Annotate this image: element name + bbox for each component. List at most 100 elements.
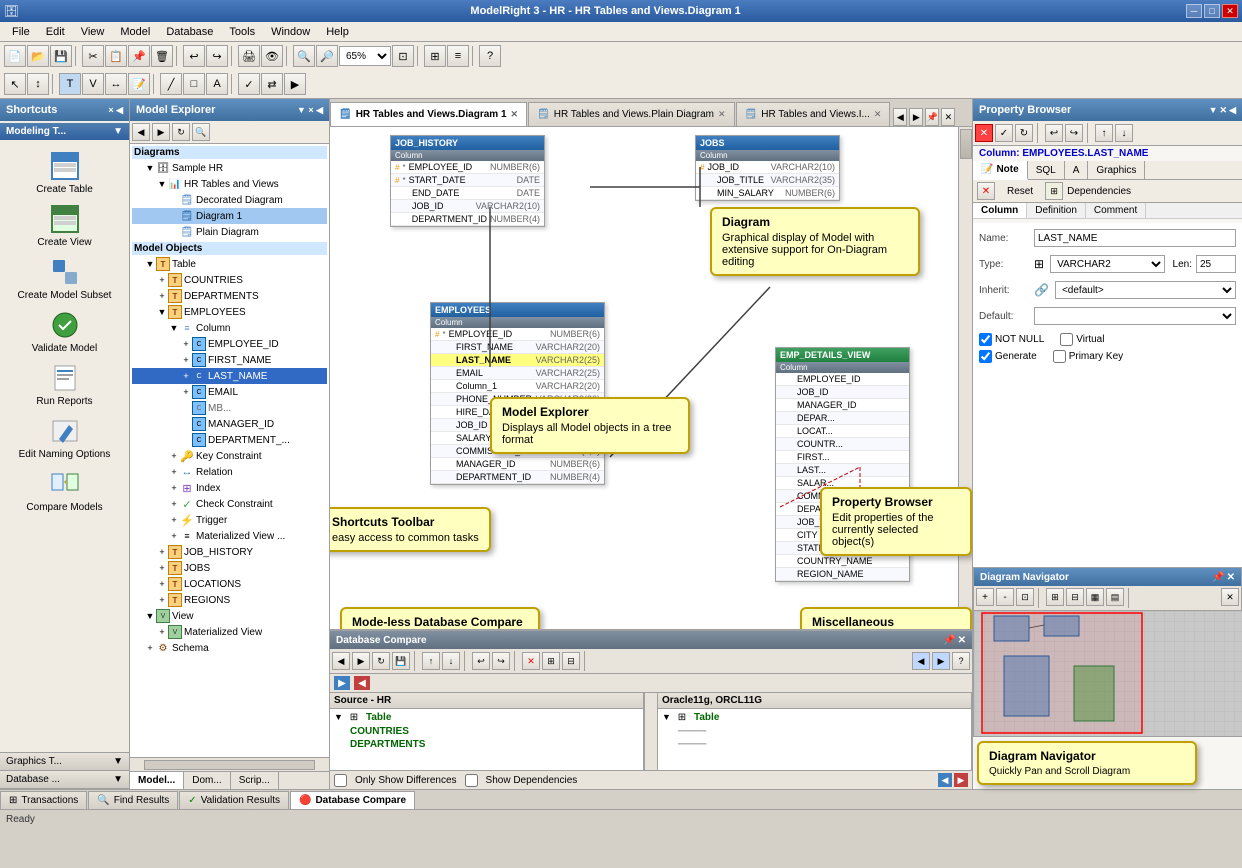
modeling-group-header[interactable]: Modeling T... ▼ — [0, 123, 129, 140]
dn-pin[interactable]: 📌 — [1212, 572, 1224, 583]
only-show-diff-checkbox[interactable] — [334, 774, 347, 787]
tree-relation[interactable]: + ↔ Relation — [132, 464, 327, 480]
pb-tab-graphics[interactable]: Graphics — [1088, 161, 1145, 179]
shortcut-compare-models[interactable]: Compare Models — [2, 464, 127, 517]
dn-zoom-out[interactable]: - — [996, 588, 1014, 606]
select-button[interactable]: ↖ — [4, 73, 26, 95]
expand-countries[interactable]: + — [156, 274, 168, 286]
dbc-footer-left[interactable]: ◀ — [938, 773, 952, 787]
menu-database[interactable]: Database — [158, 24, 221, 40]
dbc-table-expand[interactable]: ▼ — [334, 712, 344, 722]
expand-email[interactable]: + — [180, 386, 192, 398]
dbc-source-table-row[interactable]: ▼ ⊞ Table — [330, 709, 643, 725]
zoom-in-button[interactable]: 🔍 — [293, 45, 315, 67]
tree-view-section[interactable]: ▼ V View — [132, 608, 327, 624]
diagram-tab-pin[interactable]: 📌 — [925, 108, 939, 126]
pb-tab-a[interactable]: A — [1065, 161, 1089, 179]
paste-button[interactable]: 📌 — [128, 45, 150, 67]
dn-fit[interactable]: ⊡ — [1016, 588, 1034, 606]
me-refresh-button[interactable]: ↻ — [172, 123, 190, 141]
tree-schema[interactable]: + ⚙ Schema — [132, 640, 327, 656]
diagram-tab-2-close[interactable]: ✕ — [874, 109, 882, 120]
pb-reset-label[interactable]: Reset — [999, 183, 1041, 200]
dn-zoom-in[interactable]: + — [976, 588, 994, 606]
help-button[interactable]: ? — [479, 45, 501, 67]
dbc-redo[interactable]: ↪ — [492, 652, 510, 670]
expand-diagram1[interactable] — [168, 210, 180, 222]
diagram-vscroll-thumb[interactable] — [960, 129, 972, 159]
expand-decorated-diagram[interactable] — [168, 194, 180, 206]
expand-hr-tables-views[interactable]: ▼ — [156, 178, 168, 190]
bottom-tab-transactions[interactable]: ⊞ Transactions — [0, 791, 87, 809]
dbc-source-departments-row[interactable]: DEPARTMENTS — [330, 738, 643, 751]
cut-button[interactable]: ✂ — [82, 45, 104, 67]
tree-last-name[interactable]: + C LAST_NAME — [132, 368, 327, 384]
expand-employee-id[interactable]: + — [180, 338, 192, 350]
expand-sample-hr[interactable]: ▼ — [144, 162, 156, 174]
shortcut-create-model-subset[interactable]: Create Model Subset — [2, 252, 127, 305]
tree-sample-hr[interactable]: ▼ 🗄 Sample HR — [132, 160, 327, 176]
dbc-nav-left[interactable]: ◀ — [912, 652, 930, 670]
dbc-footer-right[interactable]: ▶ — [954, 773, 968, 787]
tree-column-section[interactable]: ▼ ≡ Column — [132, 320, 327, 336]
dbc-back[interactable]: ◀ — [332, 652, 350, 670]
shortcut-create-view[interactable]: Create View — [2, 199, 127, 252]
pb-tab-sql[interactable]: SQL — [1028, 161, 1065, 179]
dbc-source-countries-row[interactable]: COUNTRIES — [330, 725, 643, 738]
bottom-tab-validation-results[interactable]: ✓ Validation Results — [179, 791, 289, 809]
menu-help[interactable]: Help — [318, 24, 357, 40]
expand-table-section[interactable]: ▼ — [144, 258, 156, 270]
dn-grid2[interactable]: ⊟ — [1066, 588, 1084, 606]
tree-index[interactable]: + ⊞ Index — [132, 480, 327, 496]
line-tool[interactable]: ╱ — [160, 73, 182, 95]
dbc-vscrollbar[interactable] — [644, 693, 658, 770]
maximize-button[interactable]: □ — [1204, 4, 1220, 18]
tree-key-constraint[interactable]: + 🔑 Key Constraint — [132, 448, 327, 464]
pb-down[interactable]: ↓ — [1115, 124, 1133, 142]
pb-primary-key-checkbox[interactable] — [1053, 350, 1066, 363]
pb-refresh[interactable]: ↻ — [1015, 124, 1033, 142]
pb-type-select[interactable]: VARCHAR2 NUMBER DATE CHAR — [1050, 255, 1164, 273]
pb-virtual-checkbox[interactable] — [1060, 333, 1073, 346]
tree-countries[interactable]: + T COUNTRIES — [132, 272, 327, 288]
jobs-table[interactable]: JOBS Column # JOB_ID VARCHAR2(10) JOB_TI… — [695, 135, 840, 201]
pb-len-input[interactable] — [1196, 255, 1236, 273]
tree-employees[interactable]: ▼ T EMPLOYEES — [132, 304, 327, 320]
tree-regions[interactable]: + T REGIONS — [132, 592, 327, 608]
zoom-combo[interactable]: 65% 100% 75% — [339, 46, 391, 66]
tree-decorated-diagram[interactable]: 🗒 Decorated Diagram — [132, 192, 327, 208]
box-tool[interactable]: □ — [183, 73, 205, 95]
pb-name-input[interactable] — [1034, 229, 1236, 247]
dbc-target-table-row[interactable]: ▼ ⊞ Table — [658, 709, 971, 725]
align-button[interactable]: ≡ — [447, 45, 469, 67]
zoom-fit-button[interactable]: ⊡ — [392, 45, 414, 67]
expand-plain-diagram[interactable] — [168, 226, 180, 238]
bottom-tab-find-results[interactable]: 🔍 Find Results — [88, 791, 178, 809]
pb-subtab-comment[interactable]: Comment — [1086, 203, 1146, 218]
diagram-tab-2[interactable]: 🗒 HR Tables and Views.I... ✕ — [736, 102, 891, 126]
dbc-forward[interactable]: ▶ — [352, 652, 370, 670]
database-tab[interactable]: Database ... ▼ — [0, 771, 129, 789]
expand-employees[interactable]: ▼ — [156, 306, 168, 318]
tree-locations[interactable]: + T LOCATIONS — [132, 576, 327, 592]
dn-grid4[interactable]: ▤ — [1106, 588, 1124, 606]
expand-column-section[interactable]: ▼ — [168, 322, 180, 334]
diagram-tab-1-close[interactable]: ✕ — [718, 109, 726, 120]
pb-deps-label[interactable]: Dependencies — [1067, 186, 1131, 197]
me-tab-dom[interactable]: Dom... — [184, 772, 230, 789]
text-tool[interactable]: A — [206, 73, 228, 95]
pb-notnull-checkbox[interactable] — [979, 333, 992, 346]
me-forward-button[interactable]: ▶ — [152, 123, 170, 141]
pb-back[interactable]: ✕ — [975, 124, 993, 142]
tree-departments[interactable]: + T DEPARTMENTS — [132, 288, 327, 304]
menu-window[interactable]: Window — [263, 24, 318, 40]
zoom-out-button[interactable]: 🔎 — [316, 45, 338, 67]
dbc-to-right[interactable]: ▶ — [334, 676, 350, 690]
tree-mat-view[interactable]: + ≡ Materialized View ... — [132, 528, 327, 544]
dbc-help[interactable]: ? — [952, 652, 970, 670]
relation-tool[interactable]: ↔ — [105, 73, 127, 95]
bottom-tab-db-compare[interactable]: 🔴 Database Compare — [290, 791, 415, 809]
pb-up[interactable]: ↑ — [1095, 124, 1113, 142]
undo-button[interactable]: ↩ — [183, 45, 205, 67]
pb-tab-note[interactable]: 📝 Note — [973, 161, 1028, 180]
